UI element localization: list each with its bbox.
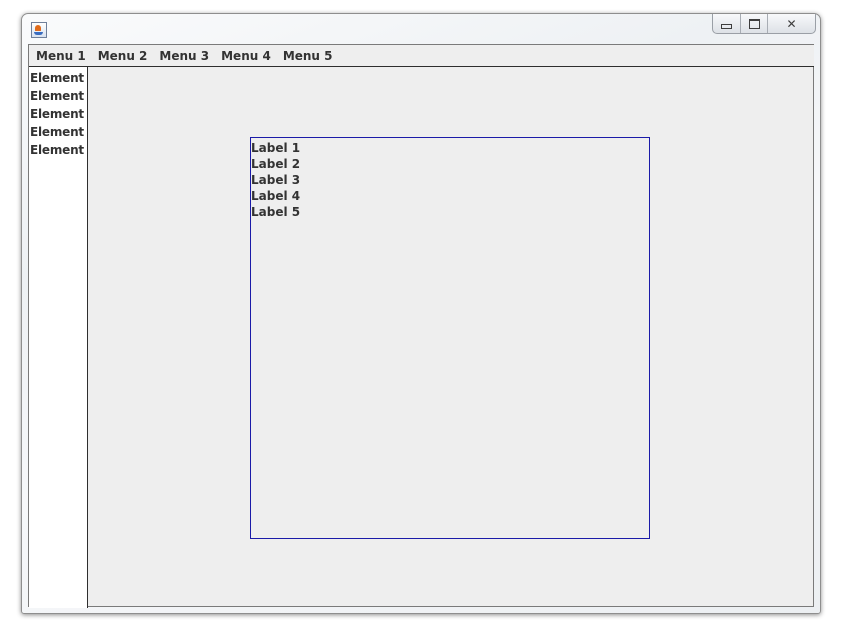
- panel-label-3: Label 3: [251, 173, 301, 187]
- list-item-element-5[interactable]: Element 5: [29, 141, 87, 159]
- list-item-element-2[interactable]: Element 2: [29, 87, 87, 105]
- menu-item-5[interactable]: Menu 5: [277, 46, 339, 66]
- menu-bar: Menu 1 Menu 2 Menu 3 Menu 4 Menu 5: [29, 45, 814, 67]
- menu-item-4[interactable]: Menu 4: [215, 46, 277, 66]
- title-bar[interactable]: ✕: [22, 14, 820, 44]
- java-cup-icon[interactable]: [31, 22, 47, 38]
- list-item-element-3[interactable]: Element 3: [29, 105, 87, 123]
- app-window: ✕ Menu 1 Menu 2 Menu 3 Menu 4 Menu 5 Ele…: [21, 13, 821, 614]
- list-item-element-1[interactable]: Element 1: [29, 69, 87, 87]
- content-pane: Menu 1 Menu 2 Menu 3 Menu 4 Menu 5 Eleme…: [28, 44, 814, 608]
- maximize-button[interactable]: [741, 14, 768, 33]
- close-button[interactable]: ✕: [768, 14, 815, 33]
- menu-item-2[interactable]: Menu 2: [92, 46, 154, 66]
- list-item-element-4[interactable]: Element 4: [29, 123, 87, 141]
- close-icon: ✕: [786, 16, 797, 31]
- maximize-icon: [748, 18, 760, 29]
- panel-label-4: Label 4: [251, 189, 301, 203]
- element-list: Element 1 Element 2 Element 3 Element 4 …: [29, 67, 88, 608]
- panel-label-5: Label 5: [251, 205, 301, 219]
- main-area: Label 1 Label 2 Label 3 Label 4 Label 5: [88, 67, 813, 606]
- panel-label-2: Label 2: [251, 157, 301, 171]
- window-controls: ✕: [712, 14, 816, 34]
- minimize-button[interactable]: [713, 14, 741, 33]
- panel-label-1: Label 1: [251, 141, 301, 155]
- menu-item-3[interactable]: Menu 3: [153, 46, 215, 66]
- label-panel: Label 1 Label 2 Label 3 Label 4 Label 5: [250, 137, 650, 539]
- menu-item-1[interactable]: Menu 1: [30, 46, 92, 66]
- minimize-icon: [721, 24, 732, 29]
